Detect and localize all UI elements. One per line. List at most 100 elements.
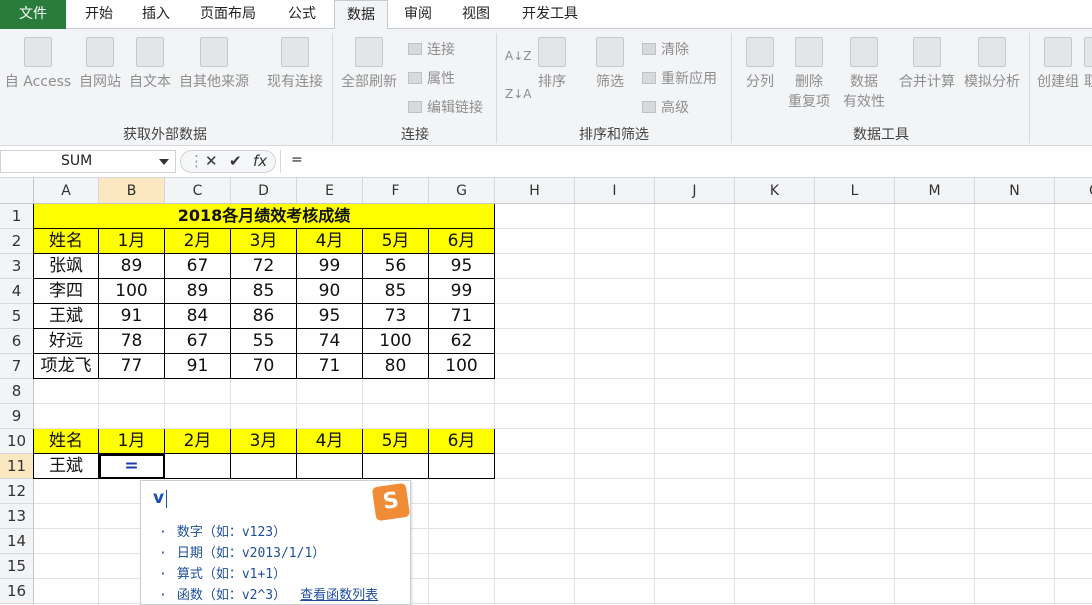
- clear-filter-button[interactable]: 清除: [642, 39, 689, 59]
- tab-page-layout[interactable]: 页面布局: [186, 0, 270, 29]
- table-header-cell[interactable]: 2月: [165, 229, 231, 254]
- advanced-filter-button[interactable]: 高级: [642, 97, 689, 117]
- column-header-l[interactable]: L: [815, 178, 895, 204]
- table-header-cell[interactable]: 4月: [297, 229, 363, 254]
- table-cell[interactable]: 67: [165, 254, 231, 279]
- tab-file[interactable]: 文件: [0, 0, 66, 29]
- lookup-header-cell[interactable]: 4月: [297, 429, 363, 454]
- table-cell[interactable]: 张飒: [34, 254, 99, 279]
- table-cell[interactable]: 王斌: [34, 304, 99, 329]
- from-web-button[interactable]: 自网站: [76, 37, 124, 91]
- column-header-h[interactable]: H: [495, 178, 575, 204]
- table-cell[interactable]: 91: [165, 354, 231, 379]
- row-header-2[interactable]: 2: [0, 229, 34, 254]
- column-header-o[interactable]: O: [1055, 178, 1092, 204]
- row-header-9[interactable]: 9: [0, 404, 34, 429]
- table-cell[interactable]: 56: [363, 254, 429, 279]
- column-header-a[interactable]: A: [34, 178, 99, 204]
- lookup-header-cell[interactable]: 2月: [165, 429, 231, 454]
- table-cell[interactable]: 74: [297, 329, 363, 354]
- what-if-button[interactable]: 模拟分析: [960, 37, 1024, 91]
- from-access-button[interactable]: 自 Access: [2, 37, 74, 91]
- table-header-cell[interactable]: 1月: [99, 229, 165, 254]
- sort-button[interactable]: 排序: [530, 37, 574, 91]
- table-cell[interactable]: 77: [99, 354, 165, 379]
- table-cell[interactable]: 100: [363, 329, 429, 354]
- from-text-button[interactable]: 自文本: [126, 37, 174, 91]
- lookup-value-cell[interactable]: [297, 454, 363, 479]
- table-cell[interactable]: 85: [231, 279, 297, 304]
- active-cell-b11[interactable]: =: [99, 454, 165, 479]
- row-header-5[interactable]: 5: [0, 304, 34, 329]
- row-header-16[interactable]: 16: [0, 579, 34, 604]
- lookup-header-cell[interactable]: 5月: [363, 429, 429, 454]
- ungroup-button[interactable]: 取: [1084, 37, 1092, 91]
- row-header-11[interactable]: 11: [0, 454, 34, 479]
- table-cell[interactable]: 80: [363, 354, 429, 379]
- lookup-header-cell[interactable]: 1月: [99, 429, 165, 454]
- tab-review[interactable]: 审阅: [392, 0, 444, 29]
- remove-duplicates-button[interactable]: 删除 重复项: [784, 37, 834, 111]
- table-cell[interactable]: 90: [297, 279, 363, 304]
- lookup-header-cell[interactable]: 3月: [231, 429, 297, 454]
- table-cell[interactable]: 100: [99, 279, 165, 304]
- table-cell[interactable]: 72: [231, 254, 297, 279]
- tab-formulas[interactable]: 公式: [274, 0, 330, 29]
- table-cell[interactable]: 100: [429, 354, 495, 379]
- refresh-all-button[interactable]: 全部刷新: [336, 37, 402, 91]
- lookup-value-cell[interactable]: [363, 454, 429, 479]
- insert-function-icon[interactable]: fx: [253, 152, 267, 170]
- table-header-cell[interactable]: 3月: [231, 229, 297, 254]
- lookup-name-cell[interactable]: 王斌: [34, 454, 99, 479]
- table-cell[interactable]: 95: [429, 254, 495, 279]
- column-header-i[interactable]: I: [575, 178, 655, 204]
- edit-links-button[interactable]: 编辑链接: [408, 97, 483, 117]
- existing-connections-button[interactable]: 现有连接: [262, 37, 328, 91]
- table-cell[interactable]: 好远: [34, 329, 99, 354]
- column-header-n[interactable]: N: [975, 178, 1055, 204]
- lookup-value-cell[interactable]: [429, 454, 495, 479]
- consolidate-button[interactable]: 合并计算: [896, 37, 958, 91]
- row-header-8[interactable]: 8: [0, 379, 34, 404]
- lookup-header-cell[interactable]: 姓名: [34, 429, 99, 454]
- table-cell[interactable]: 73: [363, 304, 429, 329]
- column-header-b[interactable]: B: [99, 178, 165, 204]
- table-title[interactable]: 2018各月绩效考核成绩: [34, 204, 495, 229]
- table-cell[interactable]: 91: [99, 304, 165, 329]
- column-header-j[interactable]: J: [655, 178, 735, 204]
- table-cell[interactable]: 85: [363, 279, 429, 304]
- connections-button[interactable]: 连接: [408, 39, 455, 59]
- sort-za-icon[interactable]: Z↓A: [505, 87, 531, 101]
- table-cell[interactable]: 李四: [34, 279, 99, 304]
- table-cell[interactable]: 71: [297, 354, 363, 379]
- table-header-cell[interactable]: 5月: [363, 229, 429, 254]
- row-header-13[interactable]: 13: [0, 504, 34, 529]
- lookup-value-cell[interactable]: [231, 454, 297, 479]
- column-header-d[interactable]: D: [231, 178, 297, 204]
- enter-check-icon[interactable]: ✔: [229, 152, 242, 170]
- column-header-f[interactable]: F: [363, 178, 429, 204]
- text-to-columns-button[interactable]: 分列: [738, 37, 782, 91]
- select-all-corner[interactable]: [0, 178, 34, 204]
- table-cell[interactable]: 99: [429, 279, 495, 304]
- properties-button[interactable]: 属性: [408, 68, 455, 88]
- data-validation-button[interactable]: 数据 有效性: [836, 37, 892, 111]
- name-box[interactable]: SUM: [0, 150, 176, 173]
- table-cell[interactable]: 70: [231, 354, 297, 379]
- table-cell[interactable]: 84: [165, 304, 231, 329]
- lookup-value-cell[interactable]: [165, 454, 231, 479]
- row-header-3[interactable]: 3: [0, 254, 34, 279]
- table-header-cell[interactable]: 姓名: [34, 229, 99, 254]
- column-header-c[interactable]: C: [165, 178, 231, 204]
- table-cell[interactable]: 89: [165, 279, 231, 304]
- table-cell[interactable]: 99: [297, 254, 363, 279]
- formula-input[interactable]: =: [280, 150, 1092, 173]
- column-header-k[interactable]: K: [735, 178, 815, 204]
- table-cell[interactable]: 67: [165, 329, 231, 354]
- lookup-header-cell[interactable]: 6月: [429, 429, 495, 454]
- filter-button[interactable]: 筛选: [588, 37, 632, 91]
- table-cell[interactable]: 95: [297, 304, 363, 329]
- row-header-12[interactable]: 12: [0, 479, 34, 504]
- cancel-icon[interactable]: ✕: [205, 152, 218, 170]
- table-cell[interactable]: 86: [231, 304, 297, 329]
